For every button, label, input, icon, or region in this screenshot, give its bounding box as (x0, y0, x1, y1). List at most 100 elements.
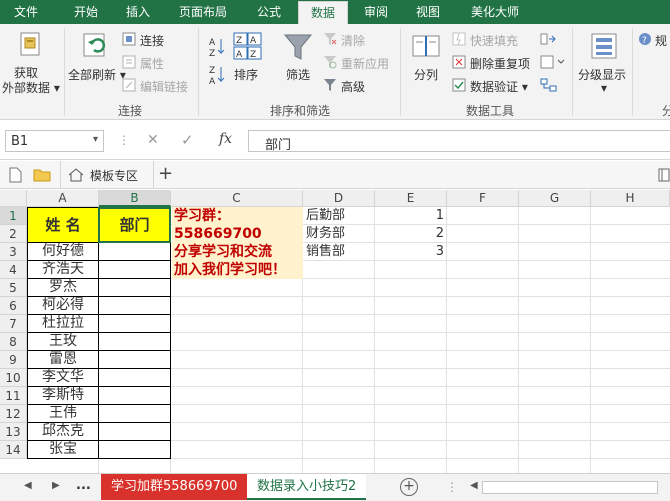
name-cell[interactable]: 李文华 (27, 369, 99, 387)
cell-d2[interactable]: 财务部 (306, 225, 345, 243)
cell-d3[interactable]: 销售部 (306, 243, 345, 261)
name-cell[interactable]: 王伟 (27, 405, 99, 423)
row-header[interactable]: 1 (0, 207, 27, 225)
row-header[interactable]: 10 (0, 369, 27, 387)
insert-function-icon[interactable]: fx (219, 131, 232, 147)
row-header[interactable]: 11 (0, 387, 27, 405)
cancel-icon[interactable]: ✕ (147, 132, 159, 148)
dept-cell[interactable] (99, 405, 171, 423)
name-cell[interactable]: 杜拉拉 (27, 315, 99, 333)
panel-icon[interactable] (658, 168, 670, 185)
advanced-button[interactable]: 高级 (341, 78, 365, 95)
row-header[interactable]: 4 (0, 261, 27, 279)
dept-cell[interactable] (99, 333, 171, 351)
row-header[interactable]: 6 (0, 297, 27, 315)
column-header-a[interactable]: A (27, 190, 99, 207)
dept-cell[interactable] (99, 243, 171, 261)
dept-cell[interactable] (99, 279, 171, 297)
column-header-h[interactable]: H (591, 190, 670, 207)
tab-review[interactable]: 审阅 (352, 0, 400, 24)
consolidate-icon[interactable] (540, 32, 558, 49)
remove-duplicates-button[interactable]: 删除重复项 (470, 55, 530, 72)
formula-input[interactable]: 部门 (248, 130, 670, 153)
dept-cell[interactable] (99, 387, 171, 405)
sort-az-icon[interactable]: AZ (208, 36, 226, 61)
tab-insert[interactable]: 插入 (114, 0, 162, 24)
select-all-corner[interactable] (0, 190, 27, 207)
properties-button[interactable]: 属性 (140, 55, 164, 72)
cell-e1[interactable]: 1 (375, 207, 444, 225)
flash-fill-button[interactable]: 快速填充 (470, 32, 518, 49)
filter-button[interactable]: 筛选 (286, 66, 310, 83)
sort-button[interactable]: 排序 (234, 66, 258, 83)
new-file-icon[interactable] (9, 167, 22, 186)
name-cell[interactable]: 王玫 (27, 333, 99, 351)
name-cell[interactable]: 柯必得 (27, 297, 99, 315)
dept-cell[interactable] (99, 369, 171, 387)
name-cell[interactable]: 何好德 (27, 243, 99, 261)
rules-button[interactable]: 规 (655, 32, 667, 49)
tab-split-icon[interactable]: ⋮ (446, 480, 458, 494)
data-validation-button[interactable]: 数据验证 ▾ (470, 78, 528, 95)
tab-data[interactable]: 数据 (298, 1, 348, 24)
text-to-columns-button[interactable]: 分列 (414, 66, 438, 83)
name-cell[interactable]: 罗杰 (27, 279, 99, 297)
name-cell[interactable]: 李斯特 (27, 387, 99, 405)
column-header-e[interactable]: E (375, 190, 447, 207)
connections-button[interactable]: 连接 (140, 32, 164, 49)
tab-page-layout[interactable]: 页面布局 (170, 0, 236, 24)
refresh-all-button[interactable]: 全部刷新 ▾ (68, 66, 126, 83)
column-header-c[interactable]: C (171, 190, 303, 207)
name-cell[interactable]: 齐浩天 (27, 261, 99, 279)
row-header[interactable]: 7 (0, 315, 27, 333)
dept-cell[interactable] (99, 351, 171, 369)
column-header-b[interactable]: B (99, 190, 171, 207)
row-header[interactable]: 8 (0, 333, 27, 351)
column-header-d[interactable]: D (303, 190, 375, 207)
row-header[interactable]: 2 (0, 225, 27, 243)
column-header-f[interactable]: F (447, 190, 519, 207)
dept-cell[interactable] (99, 297, 171, 315)
cell-a1-name-header[interactable]: 姓 名 (27, 207, 99, 243)
tab-file[interactable]: 文件 (0, 0, 52, 24)
cell-e3[interactable]: 3 (375, 243, 444, 261)
clear-button[interactable]: 清除 (341, 32, 365, 49)
tab-home[interactable]: 开始 (62, 0, 110, 24)
scroll-right-icon[interactable]: ▶ (52, 480, 60, 491)
name-box[interactable]: B1 ▾ (5, 130, 104, 152)
row-header[interactable]: 5 (0, 279, 27, 297)
sort-za-icon[interactable]: ZA (208, 64, 226, 89)
tab-formulas[interactable]: 公式 (244, 0, 294, 24)
template-zone-tab[interactable]: 模板专区 (90, 167, 138, 184)
sheet-tab-data-entry-tips[interactable]: 数据录入小技巧2 (247, 474, 367, 500)
tab-beautify[interactable]: 美化大师 (460, 0, 530, 24)
dept-cell[interactable] (99, 441, 171, 459)
row-header[interactable]: 9 (0, 351, 27, 369)
scroll-left-icon[interactable]: ◀ (24, 480, 32, 491)
dept-cell[interactable] (99, 315, 171, 333)
outline-dropdown[interactable]: ▾ (601, 81, 607, 95)
edit-links-button[interactable]: 编辑链接 (140, 78, 188, 95)
reapply-button[interactable]: 重新应用 (341, 55, 389, 72)
name-box-dropdown-icon[interactable]: ▾ (93, 134, 98, 145)
name-cell[interactable]: 邱杰克 (27, 423, 99, 441)
folder-icon[interactable] (33, 167, 51, 185)
row-header[interactable]: 14 (0, 441, 27, 459)
horizontal-scrollbar[interactable] (482, 481, 658, 494)
sheet-tab-study-group[interactable]: 学习加群558669700 (101, 474, 248, 500)
cell-e2[interactable]: 2 (375, 225, 444, 243)
more-sheets-button[interactable]: ... (76, 478, 91, 493)
enter-icon[interactable]: ✓ (181, 131, 194, 149)
row-header[interactable]: 3 (0, 243, 27, 261)
row-header[interactable]: 12 (0, 405, 27, 423)
relationships-icon[interactable] (540, 78, 558, 95)
dept-cell[interactable] (99, 261, 171, 279)
row-header[interactable]: 13 (0, 423, 27, 441)
cell-b1-dept-header[interactable]: 部门 (98, 207, 171, 243)
dept-cell[interactable] (99, 423, 171, 441)
hscroll-left-icon[interactable]: ◀ (470, 480, 478, 491)
name-cell[interactable]: 雷恩 (27, 351, 99, 369)
add-tab-icon[interactable]: + (158, 163, 173, 184)
cell-d1[interactable]: 后勤部 (306, 207, 345, 225)
tab-view[interactable]: 视图 (404, 0, 452, 24)
